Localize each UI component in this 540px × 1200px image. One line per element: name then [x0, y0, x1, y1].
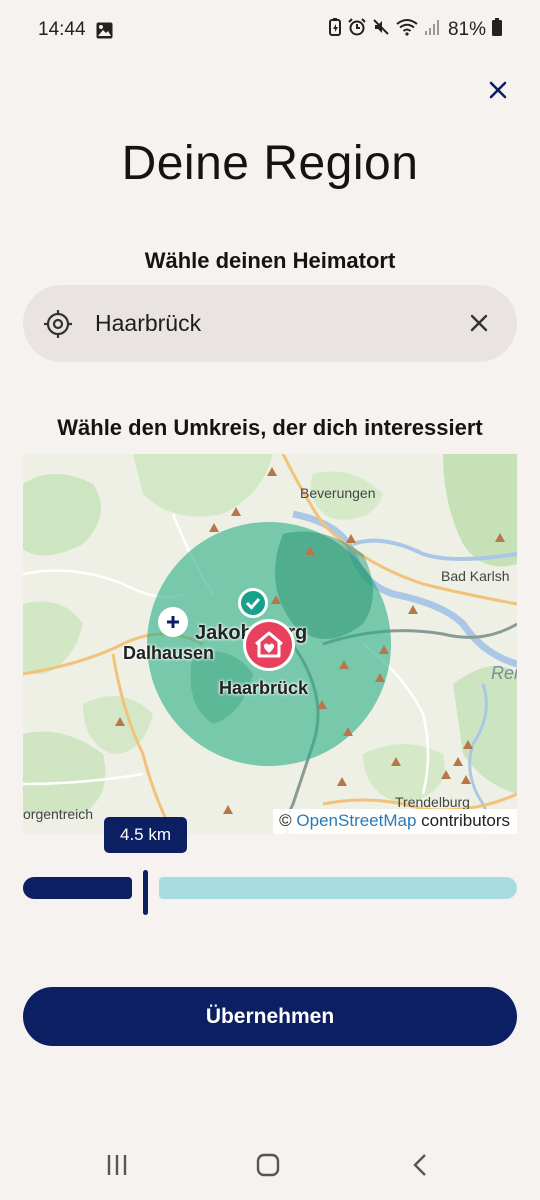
page-title: Deine Region: [121, 137, 419, 190]
radius-label: Wähle den Umkreis, der dich interessiert: [57, 415, 483, 440]
alarm-icon: [348, 18, 366, 41]
status-bar: 14:44 81%: [0, 0, 540, 60]
openstreetmap-link[interactable]: OpenStreetMap: [296, 811, 416, 830]
close-icon: [489, 81, 507, 99]
map-label-haarbrueck: Haarbrück: [219, 678, 309, 698]
map-label-rei: Rei: [491, 663, 517, 683]
slider-thumb[interactable]: [143, 870, 148, 915]
hometown-label: Wähle deinen Heimatort: [144, 248, 396, 273]
mute-icon: [372, 18, 390, 41]
slider-track-inactive: [159, 877, 517, 899]
map-label-bad-karlshafen: Bad Karlsh: [441, 568, 510, 584]
home-nav-icon: [256, 1153, 280, 1177]
back-button[interactable]: [410, 1153, 430, 1182]
back-icon: [413, 1154, 426, 1176]
map-label-beverungen: Beverungen: [300, 485, 376, 501]
clear-search-button[interactable]: [469, 313, 489, 338]
battery-percent: 81%: [447, 18, 486, 40]
hometown-search-field[interactable]: [23, 285, 517, 362]
my-location-icon[interactable]: [43, 309, 73, 344]
map-label-dalhausen: Dalhausen: [123, 643, 215, 663]
home-button[interactable]: [256, 1153, 280, 1182]
wifi-icon: [396, 18, 418, 41]
map-label-trendelburg: Trendelburg: [395, 794, 470, 810]
recent-apps-icon: [107, 1155, 127, 1175]
status-time: 14:44: [38, 19, 86, 40]
apply-button[interactable]: Übernehmen: [23, 987, 517, 1046]
map-label-borgentreich: orgentreich: [23, 806, 94, 822]
battery-icon: [492, 18, 502, 41]
check-icon: [238, 588, 268, 618]
battery-saver-icon: [328, 18, 342, 41]
slider-track-active: [23, 877, 132, 899]
home-heart-icon: [243, 619, 295, 671]
recent-apps-button[interactable]: [106, 1153, 130, 1182]
slider-value-tooltip: 4.5 km: [104, 817, 187, 853]
radius-slider[interactable]: [23, 870, 517, 915]
map-view[interactable]: Beverungen Bad Karlsh Jakobsberg Dalhaus…: [23, 454, 517, 834]
system-nav-bar: [0, 1135, 540, 1200]
map-attribution: © OpenStreetMap contributors: [273, 809, 517, 834]
hometown-input[interactable]: [95, 305, 455, 341]
gallery-icon: [96, 22, 113, 44]
plus-icon: [158, 607, 188, 637]
signal-icon: [424, 18, 440, 41]
clear-icon: [470, 314, 488, 332]
close-button[interactable]: [484, 76, 512, 104]
